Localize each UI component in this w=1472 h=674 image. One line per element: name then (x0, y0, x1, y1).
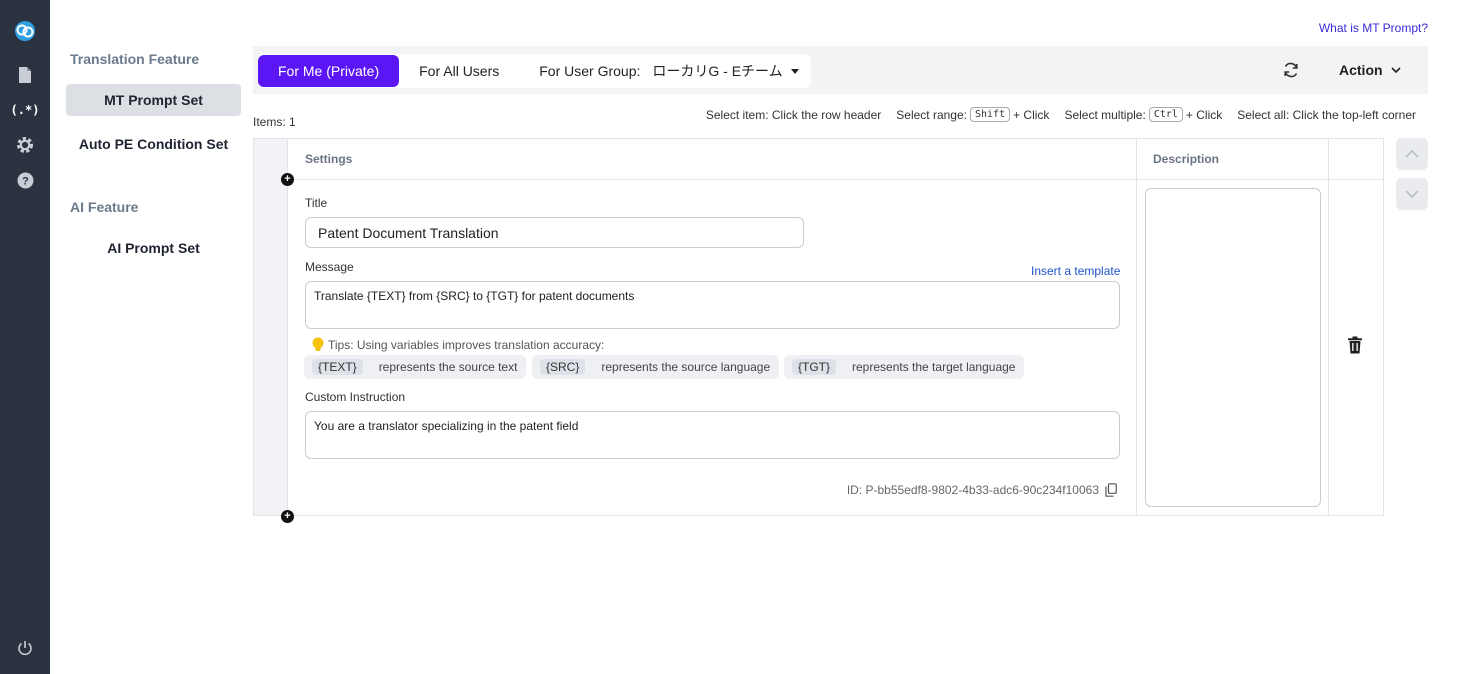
column-header-actions (1329, 139, 1383, 180)
caret-down-icon (790, 68, 799, 74)
prompt-id: ID: P-bb55edf8-9802-4b33-adc6-90c234f100… (847, 483, 1117, 497)
variable-chip-src[interactable]: {SRC} represents the source language (532, 355, 780, 379)
feature-sidebar: Translation Feature MT Prompt Set Auto P… (50, 0, 250, 674)
selection-hints: Select item: Click the row header Select… (706, 107, 1416, 122)
custom-instruction-textarea[interactable]: You are a translator specializing in the… (305, 411, 1120, 459)
hint-select-multiple-label: Select multiple: (1064, 107, 1146, 122)
user-group-value: ローカリG - Eチーム (652, 63, 783, 79)
move-down-button[interactable] (1396, 178, 1428, 210)
tab-for-all-users[interactable]: For All Users (399, 55, 519, 87)
ctrl-key: Ctrl (1148, 107, 1183, 122)
variable-description: represents the target language (852, 360, 1016, 374)
scope-toolbar: For Me (Private) For All Users For User … (253, 46, 1428, 94)
variable-description: represents the source language (601, 360, 771, 374)
column-divider (1328, 139, 1329, 515)
variable-description: represents the source text (378, 360, 518, 374)
variable-tips: Tips: Using variables improves translati… (312, 337, 604, 353)
help-icon[interactable]: ? (15, 170, 35, 190)
hint-select-range: Select range: Shift + Click (896, 107, 1049, 122)
column-header-settings: Settings (289, 139, 1137, 180)
copy-icon[interactable] (1105, 483, 1117, 497)
section-translation-feature: Translation Feature (70, 51, 200, 67)
chevron-up-icon (1405, 150, 1419, 158)
tab-for-user-group[interactable]: For User Group: ローカリG - Eチーム (519, 55, 799, 87)
app-rail: (.*) ? (0, 0, 50, 674)
variable-token: {TEXT} (312, 359, 363, 375)
variable-token: {SRC} (540, 359, 586, 375)
tips-text: Tips: Using variables improves translati… (328, 338, 605, 352)
variable-token: {TGT} (792, 359, 837, 375)
what-is-mt-prompt-link[interactable]: What is MT Prompt? (1319, 21, 1428, 35)
variable-chip-text[interactable]: {TEXT} represents the source text (304, 355, 527, 379)
document-icon[interactable] (15, 65, 35, 85)
title-input[interactable]: Patent Document Translation (305, 217, 804, 248)
description-textarea[interactable] (1145, 188, 1321, 507)
insert-template-link[interactable]: Insert a template (1031, 264, 1120, 278)
prompt-id-text: ID: P-bb55edf8-9802-4b33-adc6-90c234f100… (846, 483, 1099, 497)
tab-for-me-private[interactable]: For Me (Private) (258, 55, 400, 87)
insert-row-below-icon[interactable]: + (281, 510, 294, 523)
regex-icon[interactable]: (.*) (11, 100, 40, 120)
shift-key: Shift (969, 107, 1011, 122)
refresh-icon[interactable] (1281, 60, 1301, 80)
row-header[interactable] (254, 139, 288, 515)
message-label: Message (305, 260, 354, 274)
gear-icon[interactable] (15, 135, 35, 155)
power-icon[interactable] (15, 638, 35, 658)
lightbulb-icon (312, 337, 324, 351)
tab-for-user-group-label: For User Group: (539, 63, 641, 79)
hint-select-range-label: Select range: (896, 107, 967, 122)
app-logo-icon[interactable] (13, 19, 37, 43)
hint-select-range-suffix: + Click (1013, 107, 1050, 122)
chevron-down-icon (1405, 190, 1419, 198)
items-count: Items: 1 (253, 115, 296, 129)
title-label: Title (305, 196, 328, 210)
trash-icon[interactable] (1347, 336, 1365, 356)
column-header-description: Description (1137, 139, 1329, 180)
scope-segmented-control: For Me (Private) For All Users For User … (258, 54, 811, 88)
hint-select-item: Select item: Click the row header (705, 107, 882, 122)
action-label: Action (1339, 62, 1383, 78)
sidebar-item-mt-prompt-set[interactable]: MT Prompt Set (66, 84, 241, 116)
svg-text:?: ? (22, 175, 29, 187)
custom-instruction-label: Custom Instruction (305, 390, 406, 404)
hint-select-multiple-suffix: + Click (1185, 107, 1223, 122)
action-menu-button[interactable]: Action (1339, 60, 1401, 80)
hint-select-multiple: Select multiple: Ctrl + Click (1064, 107, 1222, 122)
section-ai-feature: AI Feature (70, 199, 139, 215)
variable-chip-tgt[interactable]: {TGT} represents the target language (784, 355, 1025, 379)
message-textarea[interactable]: Translate {TEXT} from {SRC} to {TGT} for… (305, 281, 1120, 329)
insert-row-above-icon[interactable]: + (281, 173, 294, 186)
sidebar-item-ai-prompt-set[interactable]: AI Prompt Set (66, 232, 241, 264)
move-up-button[interactable] (1396, 138, 1428, 170)
chevron-down-icon (1390, 67, 1401, 73)
prompt-table: Settings Description + + Title Patent Do… (253, 138, 1384, 523)
column-divider (1136, 139, 1137, 515)
user-group-dropdown[interactable]: ローカリG - Eチーム (652, 61, 799, 81)
sidebar-item-auto-pe-condition-set[interactable]: Auto PE Condition Set (66, 128, 241, 160)
hint-select-all: Select all: Click the top-left corner (1237, 107, 1416, 122)
